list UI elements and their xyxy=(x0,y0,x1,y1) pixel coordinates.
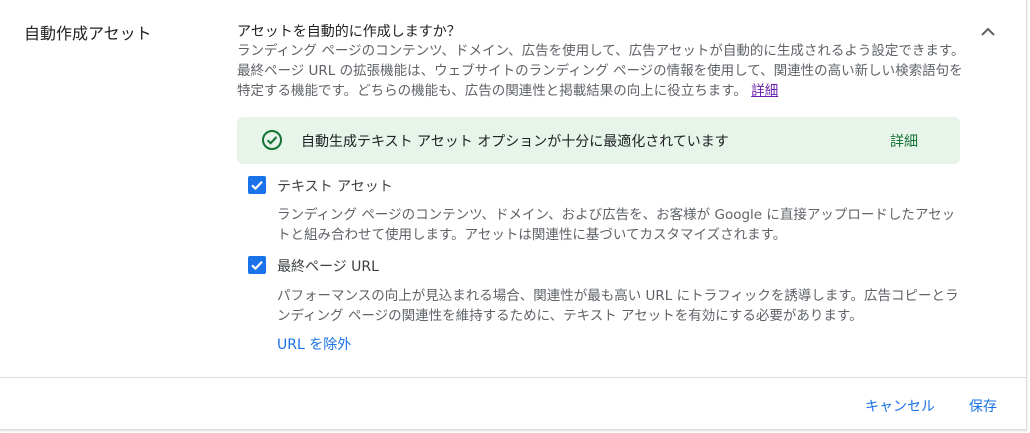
section-description: ランディング ページのコンテンツ、ドメイン、広告を使用して、広告アセットが自動的… xyxy=(237,41,967,101)
final-url-checkbox[interactable] xyxy=(248,256,266,274)
banner-text: 自動生成テキスト アセット オプションが十分に最適化されています xyxy=(301,134,729,150)
auto-assets-panel: 自動作成アセット アセットを自動的に作成しますか？ ランディング ページのコンテ… xyxy=(0,0,1027,430)
question-heading: アセットを自動的に作成しますか？ xyxy=(237,24,461,40)
learn-more-link[interactable]: 詳細 xyxy=(751,83,778,99)
cancel-button[interactable]: キャンセル xyxy=(865,396,935,416)
collapse-button[interactable] xyxy=(976,20,1000,44)
footer-divider xyxy=(0,377,1026,378)
check-icon xyxy=(251,261,263,271)
chevron-up-icon xyxy=(981,27,995,36)
optimization-banner: 自動生成テキスト アセット オプションが十分に最適化されています 詳細 xyxy=(237,117,960,164)
exclude-url-link[interactable]: URL を除外 xyxy=(277,334,351,354)
text-assets-checkbox[interactable] xyxy=(248,176,266,194)
text-assets-label: テキスト アセット xyxy=(277,179,393,195)
banner-details-link[interactable]: 詳細 xyxy=(890,131,918,151)
check-icon xyxy=(251,181,263,191)
section-title: 自動作成アセット xyxy=(24,24,152,43)
save-button[interactable]: 保存 xyxy=(969,396,997,416)
check-circle-icon xyxy=(262,130,282,150)
final-url-label: 最終ページ URL xyxy=(277,259,379,275)
text-assets-description: ランディング ページのコンテンツ、ドメイン、および広告を、お客様が Google… xyxy=(277,207,956,243)
description-text: ランディング ページのコンテンツ、ドメイン、広告を使用して、広告アセットが自動的… xyxy=(237,43,965,99)
final-url-description: パフォーマンスの向上が見込まれる場合、関連性が最も高い URL にトラフィックを… xyxy=(277,288,959,324)
